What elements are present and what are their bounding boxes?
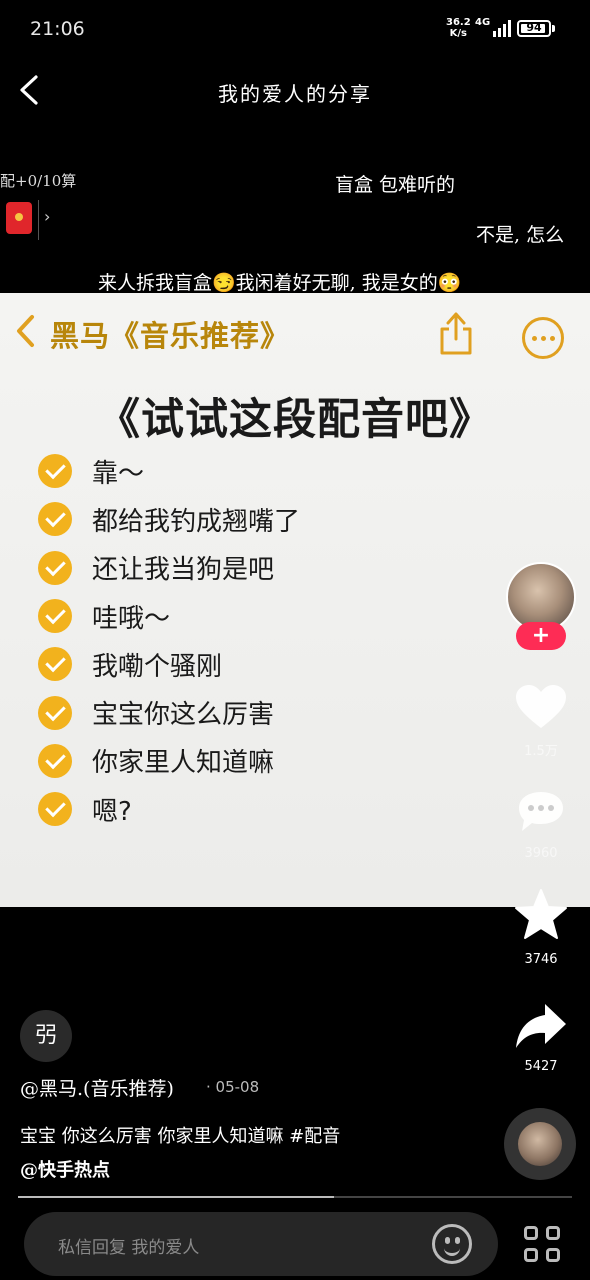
check-item-text: 宝宝你这么厉害 [92, 700, 275, 731]
battery-icon: 94 [517, 20, 551, 37]
checkmark-icon [38, 599, 72, 634]
author-name[interactable]: @黑马.(音乐推荐) [20, 1074, 174, 1101]
danmaku-line: 盲盒 包难听的 [335, 174, 456, 196]
check-item-text: 嗯? [92, 796, 132, 827]
checkmark-icon [38, 695, 72, 730]
card-headline: 《试试这段配音吧》 [97, 395, 493, 445]
chevron-right-icon[interactable]: › [44, 207, 50, 226]
battery-level: 94 [526, 21, 542, 34]
check-item: 你家里人知道嘛 [38, 737, 300, 785]
video-description: 宝宝 你这么厉害 你家里人知道嘛 #配音 @快手热点 [20, 1120, 490, 1188]
danmaku-line: 来人拆我盲盒😏我闲着好无聊, 我是女的😳 [98, 272, 462, 294]
danmaku-line: 不是, 怎么 [476, 224, 565, 246]
grid-menu-icon[interactable] [524, 1226, 562, 1264]
check-list: 靠～ 都给我钓成翘嘴了 还让我当狗是吧 哇哦～ 我嘞个骚刚宝宝你这么厉害 你家里人知道嘛嗯… [38, 447, 300, 833]
check-item: 哇哦～ [38, 592, 300, 640]
network-speed-value: 36.2 [446, 17, 471, 28]
message-placeholder: 私信回复 我的爱人 [58, 1238, 200, 1258]
check-item-text: 靠～ [92, 458, 145, 489]
check-item-text: 你家里人知道嘛 [92, 748, 275, 779]
shares-count: 5427 [524, 1059, 558, 1074]
card-title: 黑马《音乐推荐》 [50, 319, 291, 353]
share-arrow-icon[interactable] [513, 1000, 569, 1052]
status-time: 21:06 [30, 18, 85, 40]
check-item-text: 我嘞个骚刚 [92, 651, 223, 682]
check-item: 都给我钓成翘嘴了 [38, 495, 300, 543]
redpack-counter: 配+0/10算 [0, 172, 77, 190]
checkmark-icon [38, 743, 72, 778]
comment-icon[interactable] [513, 788, 569, 836]
check-item-text: 都给我钓成翘嘴了 [92, 506, 301, 537]
video-frame[interactable]: 黑马《音乐推荐》 《试试这段配音吧》 靠～ 都给我钓成翘嘴了 还让我当狗是吧 哇哦～ 我… [0, 293, 590, 907]
checkmark-icon [38, 550, 72, 585]
sticker-badge[interactable]: 弜 [20, 1010, 72, 1062]
progress-fill [18, 1196, 334, 1198]
star-icon[interactable] [513, 888, 569, 942]
checkmark-icon [38, 647, 72, 682]
comments-count: 3960 [524, 846, 558, 861]
checkmark-icon [38, 792, 72, 827]
network-speed-unit: K/s [449, 28, 468, 39]
video-progress-bar[interactable] [18, 1196, 572, 1198]
description-line[interactable]: @快手热点 [20, 1154, 490, 1188]
follow-button[interactable]: + [516, 622, 566, 650]
favorites-count: 3746 [524, 952, 558, 967]
card-back-icon [17, 315, 34, 347]
likes-count: 1.5万 [524, 744, 558, 759]
description-line: 宝宝 你这么厉害 你家里人知道嘛 #配音 [20, 1126, 341, 1147]
battery-tip [552, 25, 555, 32]
network-speed: 36.2 K/s [446, 17, 471, 39]
check-item: 宝宝你这么厉害 [38, 688, 300, 736]
check-item: 靠～ [38, 447, 300, 495]
checkmark-icon [38, 502, 72, 537]
check-item-text: 还让我当狗是吧 [92, 555, 275, 586]
check-item: 嗯? [38, 785, 300, 833]
red-packet-icon[interactable] [6, 202, 32, 234]
more-icon [522, 317, 564, 359]
network-type: 4G [475, 17, 491, 28]
signal-icon [493, 20, 511, 37]
share-icon [440, 312, 472, 355]
emoji-icon[interactable] [432, 1224, 472, 1264]
check-item: 我嘞个骚刚 [38, 640, 300, 688]
check-item-text: 哇哦～ [92, 603, 171, 634]
heart-icon[interactable] [513, 682, 569, 732]
post-date: · 05-08 [206, 1078, 260, 1096]
checkmark-icon [38, 454, 72, 489]
check-item: 还让我当狗是吧 [38, 544, 300, 592]
page-title: 我的爱人的分享 [218, 82, 372, 106]
music-disc[interactable] [504, 1108, 576, 1180]
message-input[interactable]: 私信回复 我的爱人 [24, 1212, 498, 1276]
divider [38, 200, 39, 240]
